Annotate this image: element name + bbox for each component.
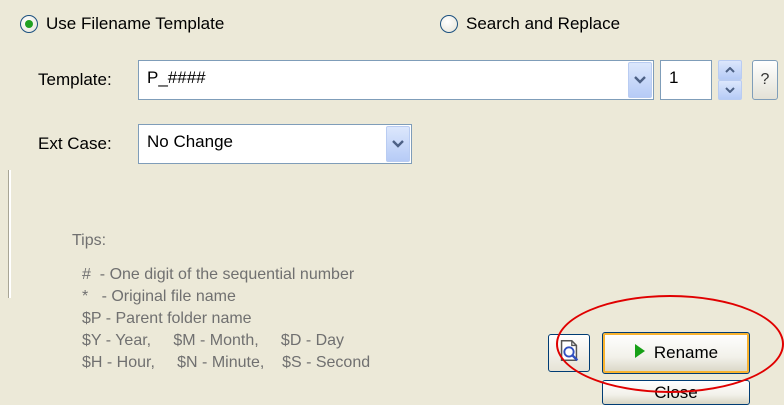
radio-label-use-filename-template: Use Filename Template	[46, 14, 225, 33]
tips-title: Tips:	[72, 232, 107, 249]
tips-list: # - One digit of the sequential number *…	[82, 264, 370, 374]
ext-case-value[interactable]: No Change	[147, 132, 233, 152]
start-number-value[interactable]: 1	[669, 68, 678, 88]
tip-line: # - One digit of the sequential number	[82, 266, 355, 283]
up-down-spinner-icon[interactable]	[718, 60, 742, 100]
tip-line: $P - Parent folder name	[82, 310, 252, 327]
close-label: Close	[654, 382, 698, 402]
tip-line: $Y - Year, $M - Month, $D - Day	[82, 332, 345, 349]
tip-line: * - Original file name	[82, 288, 236, 305]
rename-label: Rename	[653, 343, 719, 362]
radio-use-filename-template[interactable]: Use Filename Template	[20, 10, 224, 38]
play-icon	[634, 343, 654, 364]
tip-line: $H - Hour, $N - Minute, $S - Second	[82, 354, 371, 371]
help-button[interactable]: ?	[752, 60, 778, 100]
ext-case-label: Ext Case:	[38, 134, 112, 153]
template-label: Template:	[38, 70, 112, 89]
radio-search-and-replace[interactable]: Search and Replace	[440, 10, 620, 38]
start-number-input[interactable]: 1	[660, 60, 712, 100]
rename-button[interactable]: Rename	[602, 332, 750, 374]
ext-case-dropdown[interactable]: No Change	[138, 124, 412, 164]
radio-label-search-and-replace: Search and Replace	[466, 14, 621, 33]
close-button[interactable]: Close	[602, 380, 750, 405]
radio-button-unselected[interactable]	[440, 15, 458, 33]
template-value[interactable]: P_####	[147, 68, 206, 88]
spin-down-icon[interactable]	[718, 80, 742, 100]
preview-magnifier-icon	[556, 338, 582, 369]
chevron-down-icon[interactable]	[386, 126, 410, 162]
radio-button-selected[interactable]	[20, 15, 38, 33]
spin-up-icon[interactable]	[718, 60, 742, 80]
group-box-edge	[8, 170, 11, 298]
template-combobox[interactable]: P_####	[138, 60, 654, 100]
preview-button[interactable]	[548, 334, 590, 372]
chevron-down-icon[interactable]	[628, 62, 652, 98]
